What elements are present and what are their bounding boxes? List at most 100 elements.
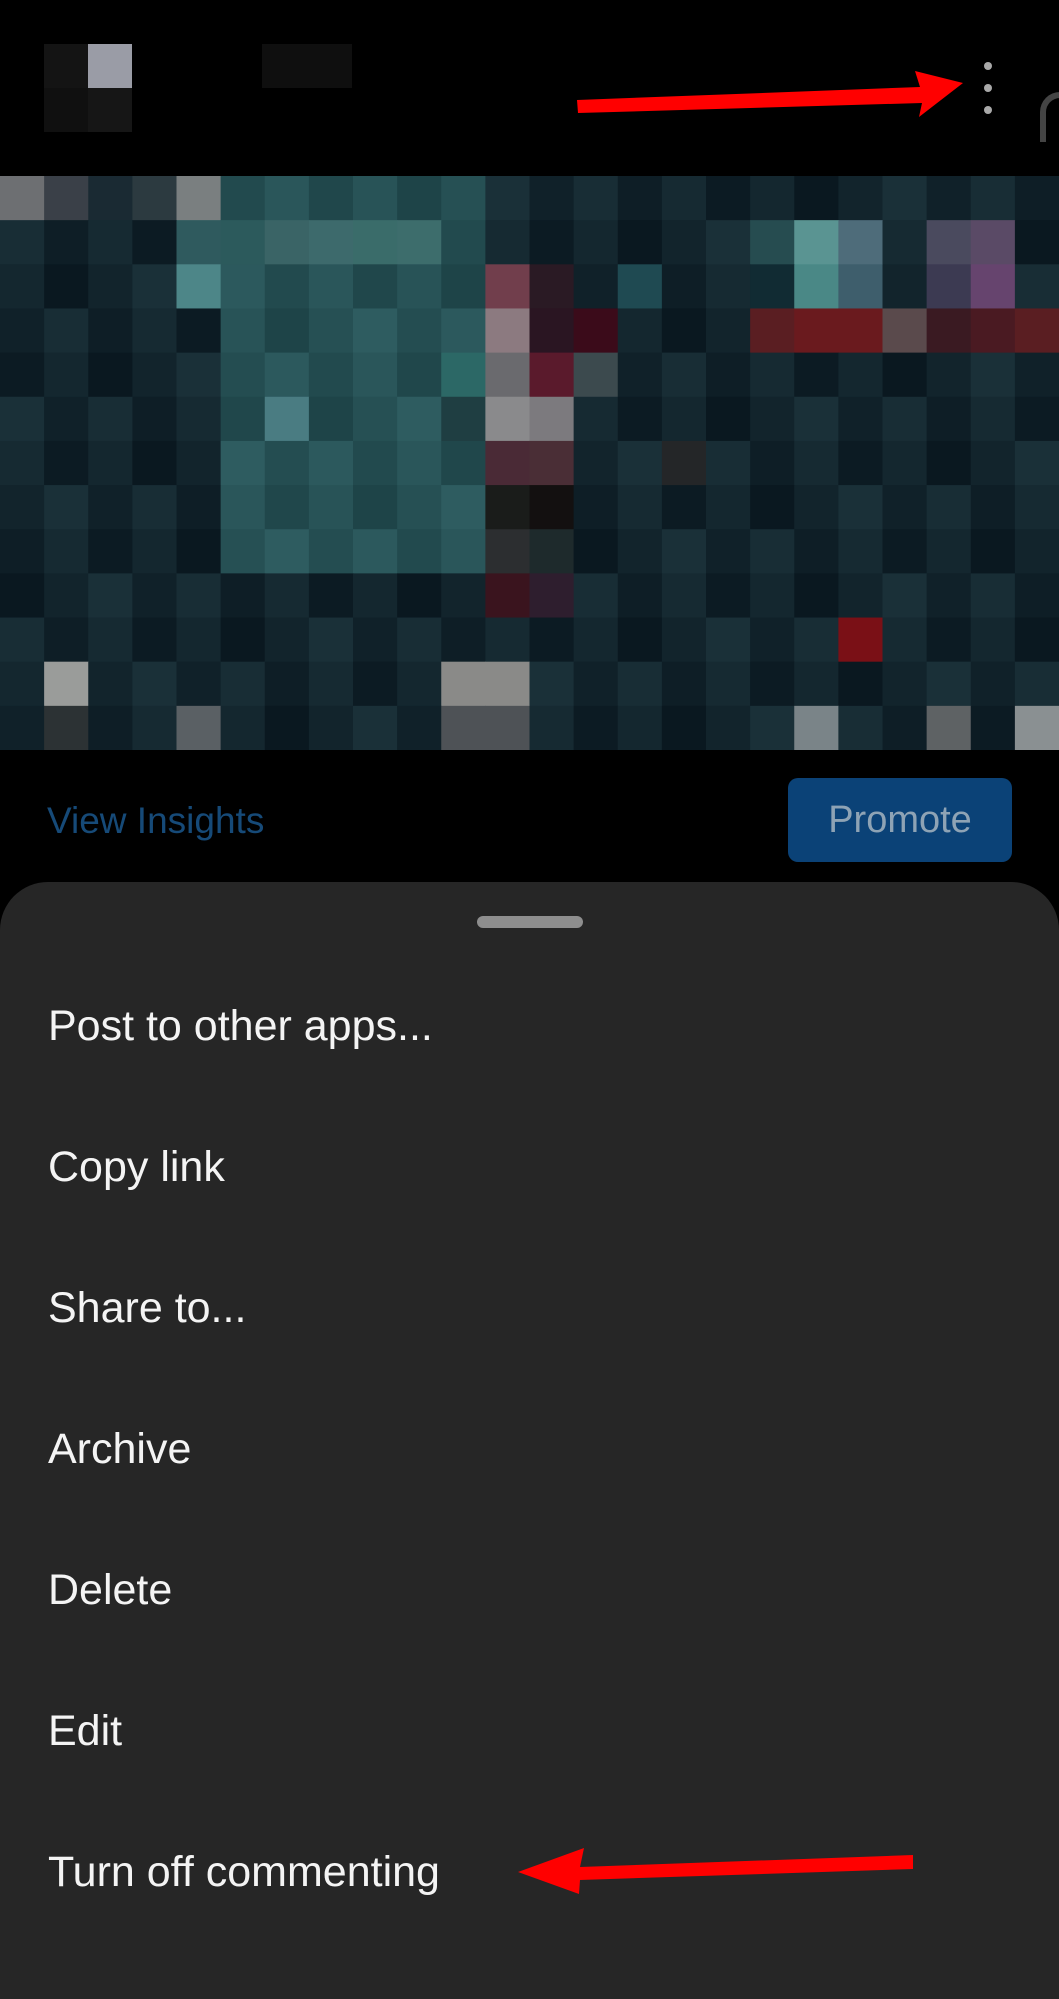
mosaic-tile bbox=[353, 264, 398, 309]
mosaic-tile bbox=[264, 176, 310, 221]
mosaic-tile bbox=[1014, 396, 1059, 442]
mosaic-tile bbox=[353, 617, 398, 663]
menu-item-delete[interactable]: Delete bbox=[0, 1520, 1059, 1661]
mosaic-tile bbox=[176, 529, 222, 574]
mosaic-tile bbox=[1014, 705, 1059, 750]
mosaic-tile bbox=[397, 264, 442, 309]
mosaic-tile bbox=[529, 308, 575, 354]
mosaic-tile bbox=[132, 529, 178, 574]
mosaic-tile bbox=[1014, 220, 1059, 265]
mosaic-tile bbox=[397, 176, 442, 221]
mosaic-tile bbox=[353, 440, 398, 486]
mosaic-tile bbox=[220, 661, 266, 707]
mosaic-tile bbox=[882, 396, 928, 442]
mosaic-tile bbox=[617, 661, 663, 707]
mosaic-tile bbox=[132, 661, 178, 707]
mosaic-tile bbox=[529, 529, 575, 574]
mosaic-tile bbox=[485, 440, 531, 486]
mosaic-tile bbox=[573, 396, 619, 442]
mosaic-tile bbox=[397, 396, 442, 442]
menu-item-share-to[interactable]: Share to... bbox=[0, 1238, 1059, 1379]
mosaic-tile bbox=[970, 529, 1016, 574]
mosaic-tile bbox=[661, 529, 707, 574]
mosaic-tile bbox=[441, 220, 486, 265]
mosaic-tile bbox=[176, 308, 222, 354]
menu-item-turn-off-commenting[interactable]: Turn off commenting bbox=[0, 1802, 1059, 1943]
mosaic-tile bbox=[970, 220, 1016, 265]
mosaic-tile bbox=[264, 440, 310, 486]
menu-item-edit[interactable]: Edit bbox=[0, 1661, 1059, 1802]
mosaic-tile bbox=[485, 176, 531, 221]
mosaic-tile bbox=[88, 264, 133, 309]
mosaic-tile bbox=[573, 440, 619, 486]
mosaic-tile bbox=[44, 308, 89, 354]
mosaic-tile bbox=[617, 617, 663, 663]
mosaic-tile bbox=[529, 176, 575, 221]
mosaic-tile bbox=[926, 308, 972, 354]
mosaic-tile bbox=[794, 396, 839, 442]
mosaic-tile bbox=[441, 264, 486, 309]
mosaic-tile bbox=[441, 352, 486, 398]
mosaic-tile bbox=[264, 617, 310, 663]
mosaic-tile bbox=[353, 220, 398, 265]
mosaic-tile bbox=[1014, 440, 1059, 486]
mosaic-tile bbox=[485, 705, 531, 750]
mosaic-tile bbox=[750, 396, 795, 442]
mosaic-tile bbox=[882, 485, 928, 530]
mosaic-tile bbox=[44, 485, 89, 530]
mosaic-tile bbox=[573, 264, 619, 309]
mosaic-tile bbox=[88, 220, 133, 265]
mosaic-tile bbox=[838, 485, 884, 530]
mosaic-tile bbox=[176, 352, 222, 398]
mosaic-tile bbox=[926, 661, 972, 707]
mosaic-tile bbox=[176, 661, 222, 707]
mosaic-tile bbox=[882, 529, 928, 574]
mosaic-tile bbox=[132, 396, 178, 442]
pixelated-photo bbox=[0, 176, 1059, 750]
mosaic-tile bbox=[926, 440, 972, 486]
mosaic-tile bbox=[176, 176, 222, 221]
promote-button[interactable]: Promote bbox=[788, 778, 1012, 862]
mosaic-tile bbox=[485, 485, 531, 530]
mosaic-tile bbox=[1014, 308, 1059, 354]
mosaic-tile bbox=[573, 529, 619, 574]
mosaic-tile bbox=[485, 264, 531, 309]
mosaic-tile bbox=[661, 308, 707, 354]
menu-item-copy-link[interactable]: Copy link bbox=[0, 1097, 1059, 1238]
menu-item-label: Archive bbox=[48, 1425, 192, 1473]
mosaic-tile bbox=[397, 308, 442, 354]
mosaic-tile bbox=[397, 661, 442, 707]
mosaic-tile bbox=[264, 308, 310, 354]
mosaic-tile bbox=[573, 661, 619, 707]
menu-item-label: Copy link bbox=[48, 1143, 225, 1191]
mosaic-tile bbox=[838, 308, 884, 354]
mosaic-tile bbox=[220, 573, 266, 619]
mosaic-tile bbox=[0, 485, 45, 530]
mosaic-tile bbox=[88, 176, 133, 221]
mosaic-tile bbox=[573, 617, 619, 663]
mosaic-tile bbox=[308, 661, 354, 707]
menu-item-post-to-other-apps[interactable]: Post to other apps... bbox=[0, 956, 1059, 1097]
mosaic-tile bbox=[0, 176, 45, 221]
mosaic-tile bbox=[794, 573, 839, 619]
mosaic-tile bbox=[838, 396, 884, 442]
mosaic-tile bbox=[838, 617, 884, 663]
mosaic-tile bbox=[353, 705, 398, 750]
mosaic-tile bbox=[970, 264, 1016, 309]
mosaic-tile bbox=[970, 617, 1016, 663]
mosaic-tile bbox=[794, 661, 839, 707]
mosaic-tile bbox=[132, 176, 178, 221]
mosaic-tile bbox=[794, 308, 839, 354]
more-options-button[interactable] bbox=[970, 56, 1006, 120]
mosaic-tile bbox=[132, 352, 178, 398]
mosaic-tile bbox=[485, 573, 531, 619]
profile-avatar[interactable] bbox=[44, 44, 132, 132]
menu-item-archive[interactable]: Archive bbox=[0, 1379, 1059, 1520]
username-pixelated[interactable] bbox=[262, 44, 352, 88]
mosaic-tile bbox=[661, 705, 707, 750]
mosaic-tile bbox=[750, 220, 795, 265]
view-insights-link[interactable]: View Insights bbox=[47, 800, 264, 842]
mosaic-tile bbox=[617, 573, 663, 619]
sheet-drag-handle[interactable] bbox=[477, 916, 583, 928]
mosaic-tile bbox=[926, 264, 972, 309]
